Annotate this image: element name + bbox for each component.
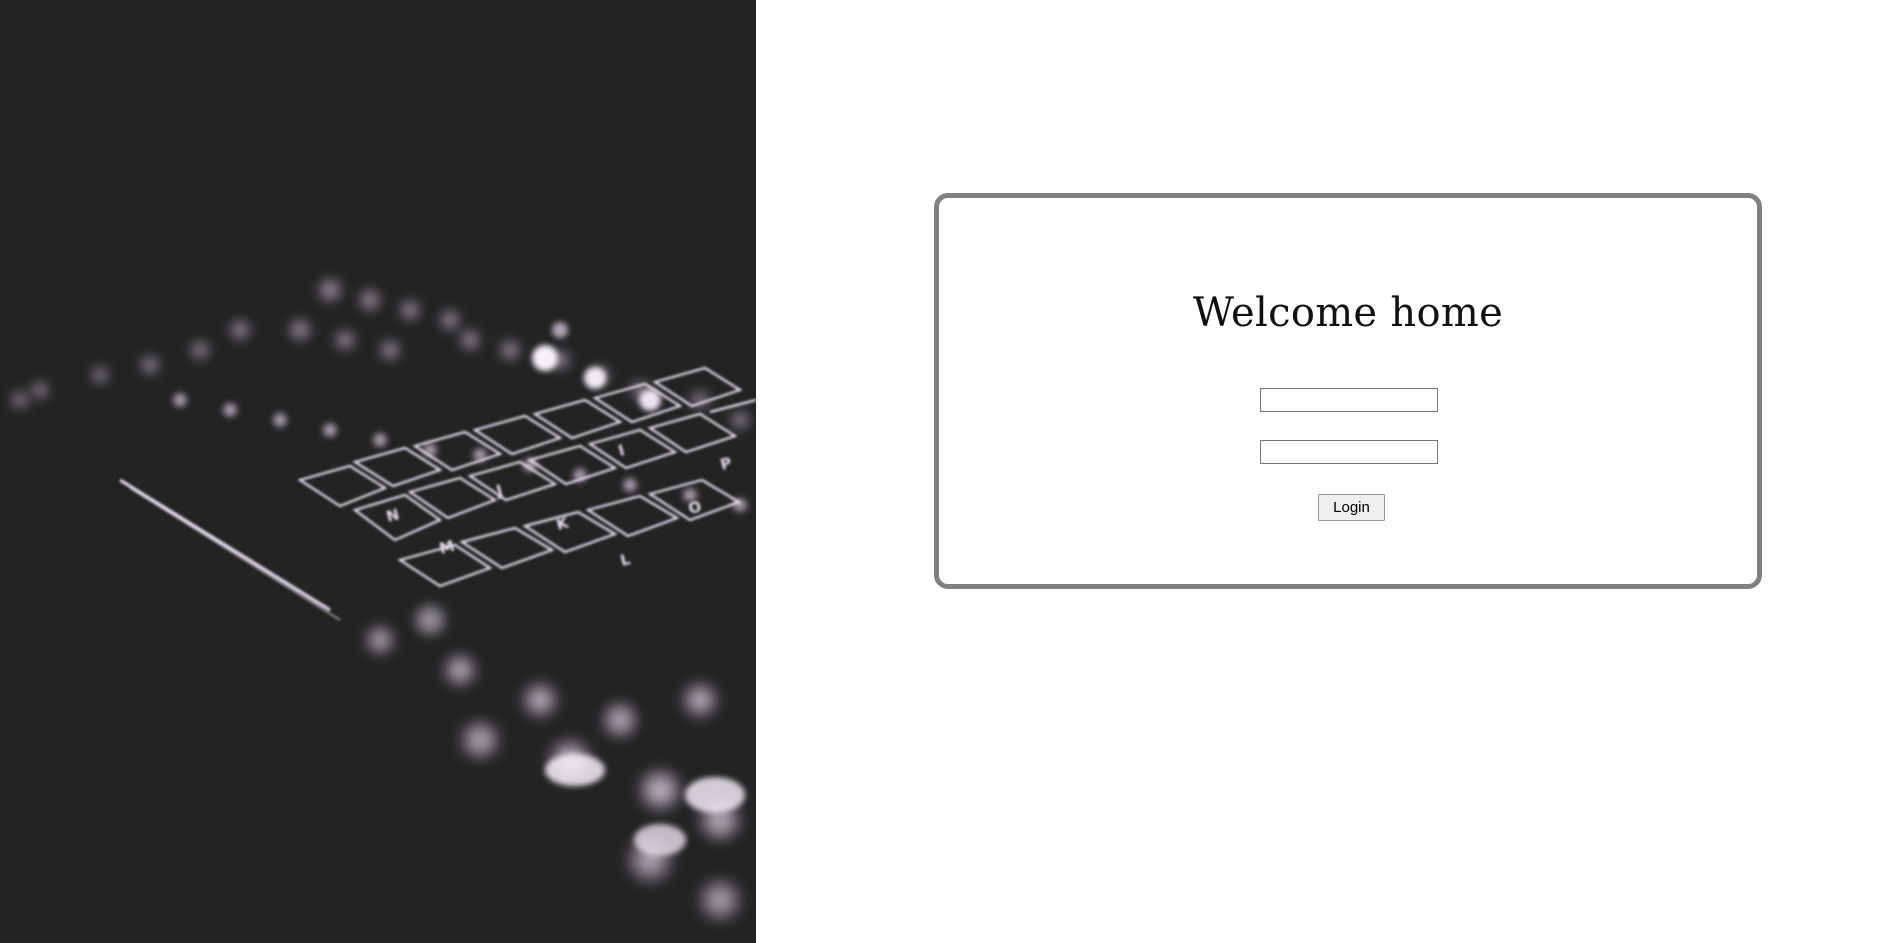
login-button[interactable]: Login [1318,494,1385,521]
backlit-keyboard-image: N M J K I O P L [0,0,756,943]
login-page: N M J K I O P L Welcome home Login [0,0,1902,943]
login-panel: Welcome home Login [756,0,1902,943]
hero-image-panel: N M J K I O P L [0,0,756,943]
password-input[interactable] [1260,440,1438,464]
login-card: Welcome home Login [934,193,1762,589]
welcome-title: Welcome home [1192,290,1504,336]
username-input[interactable] [1260,388,1438,412]
